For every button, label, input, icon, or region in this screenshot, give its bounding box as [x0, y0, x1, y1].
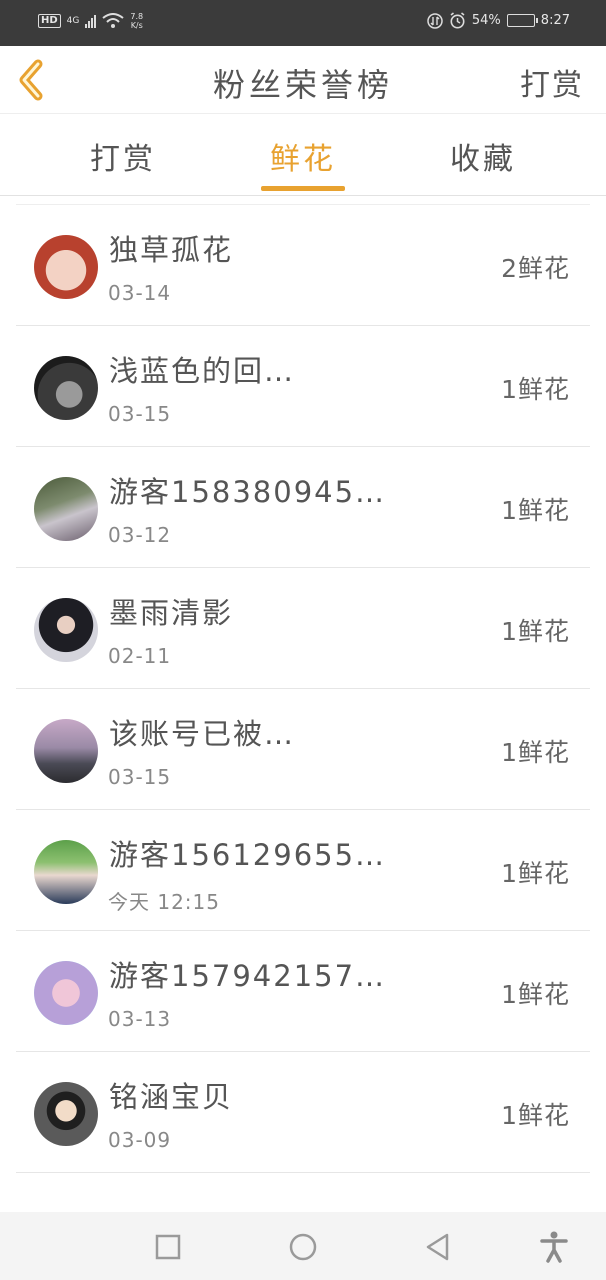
accessibility-icon[interactable]: [537, 1230, 571, 1264]
gift-date: 03-09: [108, 1128, 172, 1152]
list-item-partial[interactable]: [16, 1172, 590, 1212]
fan-name: 铭涵宝贝: [109, 1080, 234, 1114]
list-item[interactable]: 浅蓝色的回… 03-15 1鲜花: [16, 325, 590, 446]
avatar: [34, 477, 98, 541]
fan-list: 独草孤花 03-14 2鲜花 浅蓝色的回… 03-15 1鲜花 游客158380…: [16, 204, 590, 1212]
alarm-icon: [450, 12, 465, 29]
avatar: [34, 961, 98, 1025]
page-title: 粉丝荣誉榜: [212, 66, 393, 104]
avatar: [34, 1082, 98, 1146]
list-item[interactable]: 该账号已被… 03-15 1鲜花: [16, 688, 590, 809]
tab-favorites[interactable]: 收藏: [423, 134, 543, 178]
speed-value: 7.8: [130, 12, 144, 21]
gift-date: 03-12: [108, 523, 172, 547]
app-header: 粉丝荣誉榜 打赏: [0, 46, 606, 114]
flower-count: 2鲜花: [501, 254, 570, 283]
signal-icon: [85, 14, 97, 28]
clock: 8:27: [540, 13, 570, 28]
gift-date: 03-15: [108, 765, 172, 789]
tab-bar: 打赏 鲜花 收藏: [0, 114, 606, 196]
tab-flowers[interactable]: 鲜花: [243, 134, 363, 191]
flower-count: 1鲜花: [501, 375, 570, 404]
avatar: [34, 598, 98, 662]
gift-date: 03-14: [108, 281, 172, 305]
avatar: [34, 356, 98, 420]
reward-link[interactable]: 打赏: [520, 60, 584, 104]
flower-count: 1鲜花: [501, 496, 570, 525]
system-nav-bar: [0, 1212, 606, 1280]
hd-indicator: HD: [38, 14, 61, 28]
tab-reward[interactable]: 打赏: [63, 134, 183, 178]
list-item[interactable]: 铭涵宝贝 03-09 1鲜花: [16, 1051, 590, 1172]
gift-date: 03-15: [108, 402, 172, 426]
battery-icon: [506, 14, 538, 27]
list-item[interactable]: 游客157942157… 03-13 1鲜花: [16, 930, 590, 1051]
gift-date: 03-13: [108, 1007, 172, 1031]
tab-label: 打赏: [90, 142, 156, 177]
speed-unit: K/s: [130, 21, 143, 30]
back-icon[interactable]: [421, 1230, 455, 1264]
avatar: [34, 235, 98, 299]
home-icon[interactable]: [286, 1230, 320, 1264]
network-type: 4G: [66, 16, 80, 26]
tab-label: 鲜花: [270, 142, 336, 177]
fan-name: 浅蓝色的回…: [109, 354, 296, 388]
flower-count: 1鲜花: [501, 617, 570, 646]
fan-name: 游客156129655…: [109, 838, 387, 872]
active-tab-indicator: [261, 186, 345, 191]
network-speed: 7.8 K/s: [130, 12, 143, 30]
avatar: [34, 840, 98, 904]
fan-name: 游客158380945…: [109, 475, 387, 509]
flower-count: 1鲜花: [501, 980, 570, 1009]
avatar: [34, 719, 98, 783]
list-item[interactable]: 游客158380945… 03-12 1鲜花: [16, 446, 590, 567]
fan-name: 墨雨清影: [109, 596, 234, 630]
fan-name: 游客157942157…: [109, 959, 387, 993]
fan-name: 该账号已被…: [109, 717, 296, 751]
fan-name: 独草孤花: [109, 233, 234, 267]
flower-count: 1鲜花: [501, 859, 570, 888]
wifi-icon: [102, 13, 124, 28]
list-item[interactable]: 墨雨清影 02-11 1鲜花: [16, 567, 590, 688]
battery-percent: 54%: [471, 13, 501, 28]
flower-count: 1鲜花: [501, 738, 570, 767]
list-item[interactable]: 游客156129655… 今天 12:15 1鲜花: [16, 809, 590, 930]
data-saver-icon: [427, 12, 443, 29]
gift-date: 02-11: [108, 644, 172, 668]
status-bar: HD 4G 7.8 K/s 54% 8:27: [0, 0, 606, 46]
gift-date: 今天 12:15: [108, 890, 220, 914]
recent-apps-icon[interactable]: [151, 1230, 185, 1264]
list-item[interactable]: 独草孤花 03-14 2鲜花: [16, 204, 590, 325]
flower-count: 1鲜花: [501, 1101, 570, 1130]
tab-label: 收藏: [450, 142, 516, 177]
